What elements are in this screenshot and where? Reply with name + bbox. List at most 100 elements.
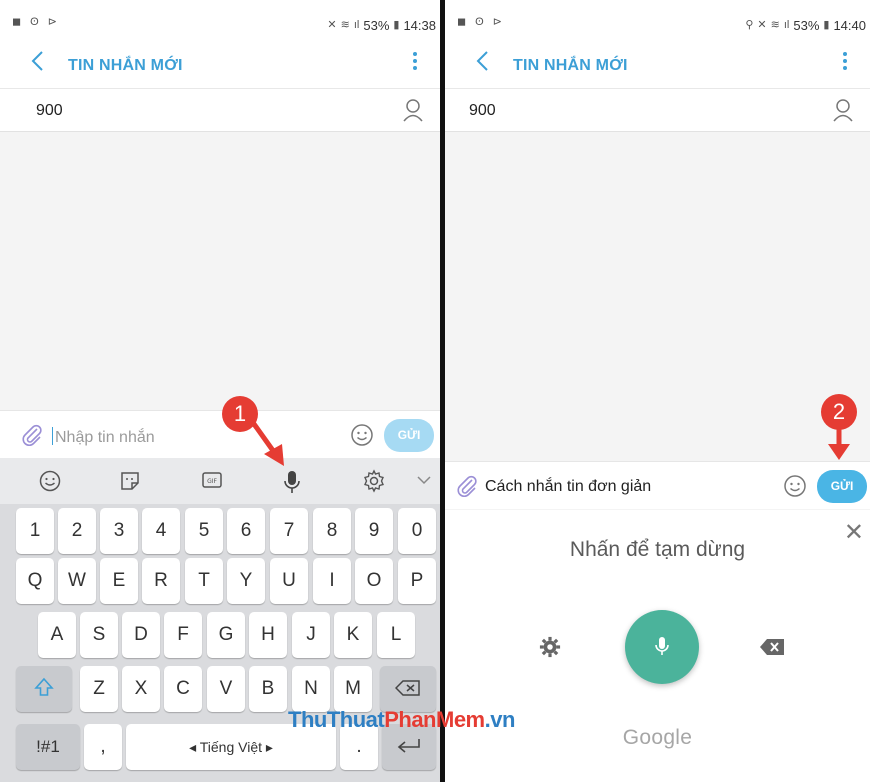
signal-icon: ıl: [353, 19, 360, 31]
settings-icon[interactable]: [362, 469, 386, 498]
key-f[interactable]: F: [164, 612, 202, 658]
recipient-field[interactable]: 900: [445, 88, 870, 132]
arrow-icon: [251, 421, 284, 466]
key-z[interactable]: Z: [80, 666, 118, 712]
contact-icon[interactable]: [402, 98, 424, 127]
key-0[interactable]: 0: [398, 508, 436, 554]
page-title: TIN NHẮN MỚI: [68, 57, 183, 74]
key-p[interactable]: P: [398, 558, 436, 604]
signal-icon: ıl: [783, 19, 790, 31]
back-button[interactable]: [475, 50, 489, 77]
message-placeholder: Nhập tin nhắn: [55, 429, 155, 446]
play-icon: ⊳: [47, 16, 57, 28]
key-q[interactable]: Q: [16, 558, 54, 604]
emoji-icon[interactable]: [783, 474, 807, 503]
emoji-icon[interactable]: [350, 423, 374, 452]
key-1[interactable]: 1: [16, 508, 54, 554]
key-g[interactable]: G: [207, 612, 245, 658]
play-icon: ⊳: [492, 16, 502, 28]
symbols-key[interactable]: !#1: [16, 724, 80, 770]
gif-icon[interactable]: GIF: [200, 469, 224, 498]
voice-record-button[interactable]: [625, 610, 699, 684]
location-icon: ⚲: [745, 19, 754, 31]
key-y[interactable]: Y: [227, 558, 265, 604]
message-input[interactable]: Nhập tin nhắn: [52, 427, 155, 447]
key-i[interactable]: I: [313, 558, 351, 604]
send-button[interactable]: GỬI: [384, 419, 434, 452]
back-button[interactable]: [30, 50, 44, 77]
emoji-keyboard-icon[interactable]: [38, 469, 62, 498]
watermark: ThuThuatPhanMem.vn: [288, 707, 515, 732]
battery-icon: ▮: [393, 19, 400, 31]
key-k[interactable]: K: [334, 612, 372, 658]
app-bar: TIN NHẮN MỚI: [0, 40, 440, 88]
backspace-icon[interactable]: [759, 638, 785, 661]
message-input[interactable]: Cách nhắn tin đơn giản: [485, 478, 651, 496]
recipient-number: 900: [469, 102, 496, 119]
backspace-key[interactable]: [380, 666, 436, 712]
arrow-icon: [828, 428, 850, 460]
key-2[interactable]: 2: [58, 508, 96, 554]
voice-prompt: Nhấn để tạm dừng: [569, 538, 746, 561]
key-5[interactable]: 5: [185, 508, 223, 554]
backspace-icon: [394, 680, 420, 696]
recipient-field[interactable]: 900: [0, 88, 440, 132]
key-t[interactable]: T: [185, 558, 223, 604]
key-d[interactable]: D: [122, 612, 160, 658]
key-r[interactable]: R: [142, 558, 180, 604]
more-options-icon[interactable]: [842, 52, 848, 73]
microphone-icon: [655, 637, 669, 655]
send-button[interactable]: GỬI: [817, 470, 867, 503]
wifi-icon: ≋: [340, 19, 350, 31]
page-title: TIN NHẮN MỚI: [513, 57, 628, 74]
attachment-icon[interactable]: [455, 474, 479, 503]
left-screen: ◼ ʘ ⊳ ✕ ≋ ıl 53% ▮ 14:38 TIN NHẮN MỚI 90…: [0, 0, 440, 782]
sticker-icon[interactable]: [118, 469, 142, 498]
svg-text:GIF: GIF: [207, 478, 217, 485]
notification-icon: ʘ: [475, 16, 484, 28]
key-b[interactable]: B: [249, 666, 287, 712]
contact-icon[interactable]: [832, 98, 854, 127]
battery-percent: 53%: [793, 18, 820, 33]
notification-icon: ʘ: [30, 16, 39, 28]
key-v[interactable]: V: [207, 666, 245, 712]
comma-key[interactable]: ,: [84, 724, 122, 770]
key-l[interactable]: L: [377, 612, 415, 658]
key-u[interactable]: U: [270, 558, 308, 604]
battery-percent: 53%: [363, 18, 390, 33]
facebook-icon: ◼: [12, 16, 22, 28]
voice-input-icon[interactable]: [280, 469, 304, 500]
right-screen: ◼ ʘ ⊳ ⚲ ✕ ≋ ıl 53% ▮ 14:40 TIN NHẮN MỚI …: [445, 0, 870, 782]
key-h[interactable]: H: [249, 612, 287, 658]
settings-icon[interactable]: [539, 636, 561, 663]
chevron-down-icon[interactable]: [416, 473, 432, 491]
key-7[interactable]: 7: [270, 508, 308, 554]
chevron-left-icon: [31, 51, 43, 71]
keyboard-toolbar: GIF: [0, 458, 440, 504]
key-m[interactable]: M: [334, 666, 372, 712]
key-3[interactable]: 3: [100, 508, 138, 554]
shift-key[interactable]: [16, 666, 72, 712]
attachment-icon[interactable]: [20, 423, 44, 452]
recipient-number: 900: [36, 102, 63, 119]
more-options-icon[interactable]: [412, 52, 418, 73]
key-j[interactable]: J: [292, 612, 330, 658]
app-bar: TIN NHẮN MỚI: [445, 40, 870, 88]
key-x[interactable]: X: [122, 666, 160, 712]
key-n[interactable]: N: [292, 666, 330, 712]
keyboard: GIF 1 2 3 4 5 6 7 8 9 0 Q W E R T Y U I …: [0, 458, 440, 782]
key-6[interactable]: 6: [227, 508, 265, 554]
text-cursor: [52, 427, 53, 445]
enter-icon: [397, 739, 420, 753]
key-c[interactable]: C: [164, 666, 202, 712]
key-8[interactable]: 8: [313, 508, 351, 554]
chevron-left-icon: [476, 51, 488, 71]
key-o[interactable]: O: [355, 558, 393, 604]
key-9[interactable]: 9: [355, 508, 393, 554]
key-s[interactable]: S: [80, 612, 118, 658]
key-e[interactable]: E: [100, 558, 138, 604]
key-w[interactable]: W: [58, 558, 96, 604]
key-4[interactable]: 4: [142, 508, 180, 554]
mute-icon: ✕: [327, 19, 337, 31]
key-a[interactable]: A: [38, 612, 76, 658]
